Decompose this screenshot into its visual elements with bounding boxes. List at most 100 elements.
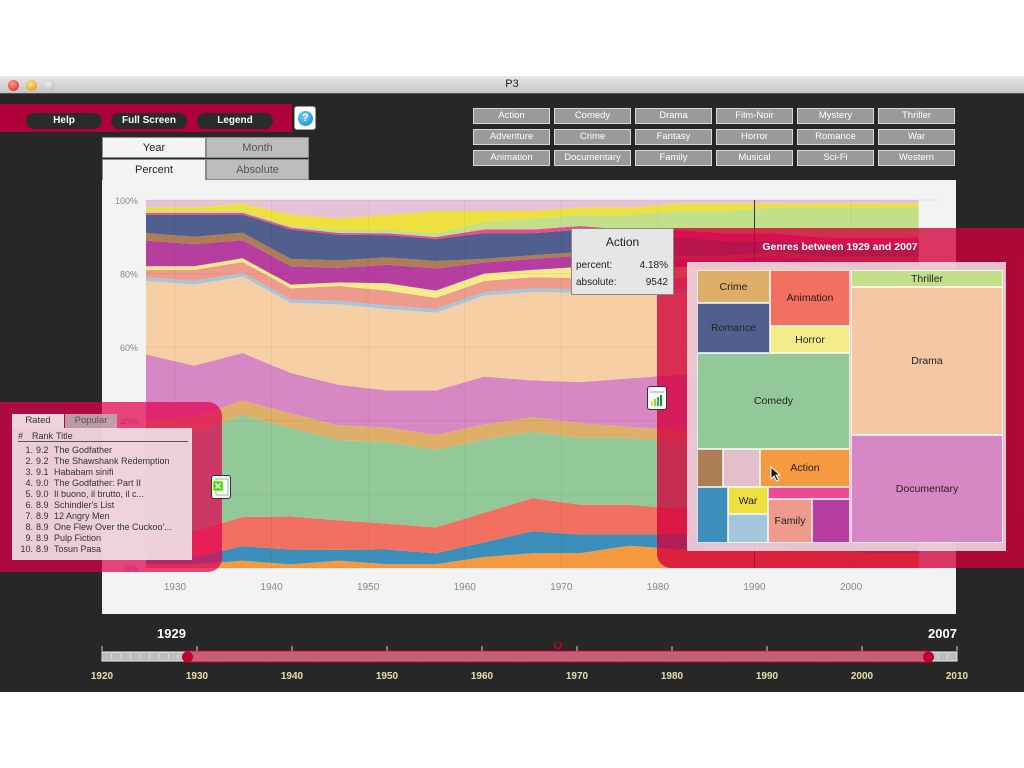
y-tick-label: 60% [120,343,138,353]
x-tick-label: 1950 [357,582,380,593]
rank-number: 9. [25,533,33,543]
genre-button-comedy[interactable]: Comedy [554,108,631,124]
tab-percent[interactable]: Percent [102,159,206,180]
rating: 8.9 [36,522,49,532]
treemap-cell[interactable] [768,487,850,499]
x-tick-label: 2000 [840,582,863,593]
list-item[interactable]: 4. 9.0 The Godfather: Part II [18,478,190,489]
genre-button-sci-fi[interactable]: Sci-Fi [797,150,874,166]
treemap-cell[interactable] [728,514,768,543]
genre-button-fantasy[interactable]: Fantasy [635,129,712,145]
genre-button-animation[interactable]: Animation [473,150,550,166]
movie-title: The Godfather: Part II [54,478,142,488]
treemap-cell-thriller[interactable]: Thriller [851,270,1003,287]
help-icon: ? [298,111,313,126]
current-year-marker[interactable] [553,642,563,650]
tab-popular[interactable]: Popular [65,414,117,428]
legend-button[interactable]: Legend [197,113,273,129]
treemap-cell-horror[interactable]: Horror [770,326,850,353]
rank-number: 2. [25,456,33,466]
genre-button-mystery[interactable]: Mystery [797,108,874,124]
treemap-cell[interactable] [812,499,850,543]
y-tick-label: 100% [115,196,138,206]
list-item[interactable]: 8. 8.9 One Flew Over the Cuckoo'... [18,522,190,533]
header-rank: Rank [32,431,54,441]
treemap-title: Genres between 1929 and 2007 [762,241,918,253]
tab-rated[interactable]: Rated [12,414,64,428]
treemap-cell-family[interactable]: Family [768,499,812,543]
movie-title: One Flew Over the Cuckoo'... [54,522,172,532]
tooltip-absolute-label: absolute: [576,277,617,288]
y-tick-label: 80% [120,270,138,280]
list-item[interactable]: 5. 9.0 Il buono, il brutto, il c... [18,489,190,500]
list-item[interactable]: 9. 8.9 Pulp Fiction [18,533,190,544]
genre-button-crime[interactable]: Crime [554,129,631,145]
title-bar: P3 [0,76,1024,94]
genre-button-horror[interactable]: Horror [716,129,793,145]
treemap-cell-crime[interactable]: Crime [697,270,770,303]
slider-tick-label: 1990 [756,671,779,682]
list-item[interactable]: 2. 9.2 The Shawshank Redemption [18,456,190,467]
slider-tick-label: 1970 [566,671,589,682]
x-tick-label: 1970 [550,582,573,593]
genre-button-musical[interactable]: Musical [716,150,793,166]
treemap-cell-romance[interactable]: Romance [697,303,770,353]
genre-button-western[interactable]: Western [878,150,955,166]
x-tick-label: 1960 [454,582,477,593]
rank-number: 6. [25,500,33,510]
range-end-label: 2007 [928,626,957,641]
genre-button-film-noir[interactable]: Film-Noir [716,108,793,124]
movie-title: Pulp Fiction [54,533,102,543]
excel-export-button[interactable] [211,475,231,499]
help-button[interactable]: Help [26,113,102,129]
x-tick-label: 1980 [647,582,670,593]
x-tick-label: 1930 [164,582,187,593]
movie-title: Hababam sinifi [54,467,114,477]
slider-tick-label: 1930 [186,671,209,682]
excel-export-icon [212,478,229,496]
list-item[interactable]: 7. 8.9 12 Angry Men [18,511,190,522]
tab-absolute[interactable]: Absolute [206,159,309,180]
rating: 8.9 [36,533,49,543]
treemap-cell[interactable] [697,449,723,487]
genre-button-family[interactable]: Family [635,150,712,166]
genre-button-drama[interactable]: Drama [635,108,712,124]
genre-button-action[interactable]: Action [473,108,550,124]
treemap-cell[interactable] [723,449,760,487]
genre-button-romance[interactable]: Romance [797,129,874,145]
mouse-cursor-icon [770,466,782,482]
tooltip-percent-label: percent: [576,260,613,271]
tooltip-percent-row: percent: 4.18% [576,260,668,271]
treemap-cell-animation[interactable]: Animation [770,270,850,326]
genre-button-documentary[interactable]: Documentary [554,150,631,166]
tab-month[interactable]: Month [206,137,309,158]
treemap-cell[interactable] [697,487,728,543]
range-end-handle[interactable] [923,651,934,663]
treemap-cell-war[interactable]: War [728,487,768,514]
header-num: # [18,431,24,441]
list-item[interactable]: 1. 9.2 The Godfather [18,445,190,456]
rating: 9.2 [36,445,49,455]
top-movies-list: Rated Popular # Rank Title 1. 9.2 The Godf… [12,414,192,560]
chart-export-button[interactable] [647,386,667,410]
movie-title: Il buono, il brutto, il c... [54,489,145,499]
tooltip-absolute-value: 9542 [645,277,668,288]
genre-button-war[interactable]: War [878,129,955,145]
range-start-handle[interactable] [182,651,193,663]
list-item[interactable]: 3. 9.1 Hababam sinifi [18,467,190,478]
full-screen-button[interactable]: Full Screen [111,113,187,129]
genre-button-adventure[interactable]: Adventure [473,129,550,145]
genre-button-thriller[interactable]: Thriller [878,108,955,124]
slider-tick-label: 1940 [281,671,304,682]
list-item[interactable]: 6. 8.9 Schindler's List [18,500,190,511]
tab-year[interactable]: Year [102,137,206,158]
treemap-cell-comedy[interactable]: Comedy [697,353,850,449]
list-item[interactable]: 10. 8.9 Tosun Pasa [18,544,190,555]
year-range-slider[interactable]: 1920 1930 1940 1950 1960 1970 1980 1990 2000 2010 [80,642,980,686]
treemap-cell-documentary[interactable]: Documentary [851,435,1003,543]
info-button[interactable]: ? [294,106,316,130]
movie-title: 12 Angry Men [54,511,110,521]
treemap-cell-drama[interactable]: Drama [851,287,1003,435]
rank-number: 10. [20,544,33,554]
slider-selected-range[interactable] [187,650,929,663]
